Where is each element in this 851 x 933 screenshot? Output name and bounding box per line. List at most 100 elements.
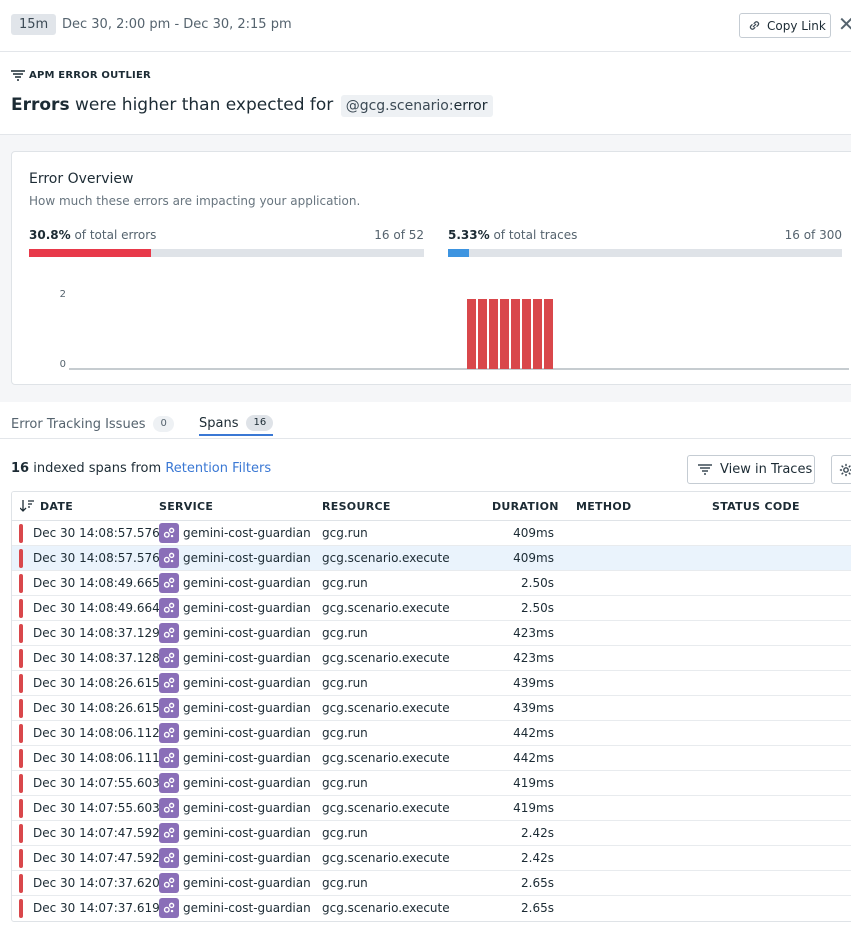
error-status-indicator bbox=[19, 599, 23, 618]
table-settings-button[interactable] bbox=[831, 455, 851, 484]
error-status-indicator bbox=[19, 774, 23, 793]
column-header-service[interactable]: SERVICE bbox=[159, 500, 213, 513]
cell-service[interactable]: gemini-cost-guardian bbox=[183, 651, 311, 666]
cell-date: Dec 30 14:07:55.603 bbox=[33, 801, 160, 815]
cell-resource: gcg.run bbox=[322, 576, 368, 590]
table-row[interactable]: Dec 30 14:08:37.128 gemini-cost-guardian… bbox=[12, 646, 851, 671]
table-row[interactable]: Dec 30 14:07:47.592 gemini-cost-guardian… bbox=[12, 846, 851, 871]
copy-link-button[interactable]: Copy Link bbox=[739, 13, 831, 38]
service-gears-icon bbox=[159, 873, 179, 893]
cell-date: Dec 30 14:08:49.664 bbox=[33, 601, 160, 615]
cell-date: Dec 30 14:08:26.615 bbox=[33, 676, 160, 690]
table-row[interactable]: Dec 30 14:07:37.620 gemini-cost-guardian… bbox=[12, 871, 851, 896]
error-status-indicator bbox=[19, 849, 23, 868]
traces-progress-fill bbox=[448, 249, 469, 257]
cell-resource: gcg.run bbox=[322, 676, 368, 690]
y-tick-label: 2 bbox=[60, 289, 66, 300]
service-gears-icon bbox=[159, 898, 179, 918]
cell-service[interactable]: gemini-cost-guardian bbox=[183, 901, 311, 916]
errors-count: 16 of 52 bbox=[374, 228, 424, 242]
cell-service[interactable]: gemini-cost-guardian bbox=[183, 851, 311, 866]
cell-service[interactable]: gemini-cost-guardian bbox=[183, 701, 311, 716]
retention-filters-link[interactable]: Retention Filters bbox=[165, 461, 271, 476]
cell-service[interactable]: gemini-cost-guardian bbox=[183, 676, 311, 691]
table-row[interactable]: Dec 30 14:08:49.665 gemini-cost-guardian… bbox=[12, 571, 851, 596]
cell-service[interactable]: gemini-cost-guardian bbox=[183, 551, 311, 566]
filter-lines-icon bbox=[11, 70, 25, 81]
cell-service[interactable]: gemini-cost-guardian bbox=[183, 826, 311, 841]
cell-date: Dec 30 14:07:37.619 bbox=[33, 901, 160, 915]
table-row[interactable]: Dec 30 14:07:47.592 gemini-cost-guardian… bbox=[12, 821, 851, 846]
close-icon[interactable]: ✕ bbox=[838, 13, 851, 35]
time-preset-pill[interactable]: 15m bbox=[11, 14, 57, 35]
service-gears-icon bbox=[159, 723, 179, 743]
cell-date: Dec 30 14:08:37.129 bbox=[33, 626, 160, 640]
cell-service[interactable]: gemini-cost-guardian bbox=[183, 751, 311, 766]
cell-service[interactable]: gemini-cost-guardian bbox=[183, 876, 311, 891]
errors-progress-fill bbox=[29, 249, 151, 257]
sort-icon[interactable] bbox=[20, 500, 34, 512]
cell-resource: gcg.scenario.execute bbox=[322, 851, 450, 865]
cell-service[interactable]: gemini-cost-guardian bbox=[183, 526, 311, 541]
cell-duration: 2.42s bbox=[521, 851, 554, 865]
errors-progress-track bbox=[29, 249, 424, 257]
cell-service[interactable]: gemini-cost-guardian bbox=[183, 576, 311, 591]
service-gears-icon bbox=[159, 798, 179, 818]
error-status-indicator bbox=[19, 524, 23, 543]
table-row[interactable]: Dec 30 14:08:57.576 gemini-cost-guardian… bbox=[12, 521, 851, 546]
chart-bar[interactable] bbox=[522, 299, 531, 369]
page-title: Errors were higher than expected for @gc… bbox=[11, 93, 493, 117]
tab-spans[interactable]: Spans 16 bbox=[199, 412, 274, 436]
service-gears-icon bbox=[159, 623, 179, 643]
cell-service[interactable]: gemini-cost-guardian bbox=[183, 801, 311, 816]
chart-bar[interactable] bbox=[500, 299, 509, 369]
column-header-duration[interactable]: DURATION bbox=[492, 500, 559, 513]
cell-duration: 2.42s bbox=[521, 826, 554, 840]
table-row[interactable]: Dec 30 14:08:26.615 gemini-cost-guardian… bbox=[12, 696, 851, 721]
service-gears-icon bbox=[159, 573, 179, 593]
y-tick-label: 0 bbox=[60, 359, 66, 370]
cell-date: Dec 30 14:08:49.665 bbox=[33, 576, 160, 590]
table-row[interactable]: Dec 30 14:08:49.664 gemini-cost-guardian… bbox=[12, 596, 851, 621]
traces-metric: 5.33% of total traces bbox=[448, 228, 578, 242]
chart-bar[interactable] bbox=[478, 299, 487, 369]
cell-resource: gcg.run bbox=[322, 626, 368, 640]
cell-service[interactable]: gemini-cost-guardian bbox=[183, 601, 311, 616]
error-status-indicator bbox=[19, 699, 23, 718]
chart-bar[interactable] bbox=[467, 299, 476, 369]
scenario-tag[interactable]: @gcg.scenario:error bbox=[340, 95, 493, 117]
table-row[interactable]: Dec 30 14:08:06.111 gemini-cost-guardian… bbox=[12, 746, 851, 771]
cell-service[interactable]: gemini-cost-guardian bbox=[183, 776, 311, 791]
cell-service[interactable]: gemini-cost-guardian bbox=[183, 726, 311, 741]
error-status-indicator bbox=[19, 824, 23, 843]
tab-bar: Error Tracking Issues 0 Spans 16 bbox=[0, 402, 851, 439]
table-row[interactable]: Dec 30 14:07:55.603 gemini-cost-guardian… bbox=[12, 771, 851, 796]
column-header-date[interactable]: DATE bbox=[40, 500, 73, 513]
column-header-method[interactable]: METHOD bbox=[576, 500, 631, 513]
cell-date: Dec 30 14:07:55.603 bbox=[33, 776, 160, 790]
chart-bar[interactable] bbox=[533, 299, 542, 369]
time-range-label[interactable]: Dec 30, 2:00 pm - Dec 30, 2:15 pm bbox=[62, 16, 292, 34]
table-row[interactable]: Dec 30 14:07:37.619 gemini-cost-guardian… bbox=[12, 896, 851, 921]
tab-error-tracking-issues[interactable]: Error Tracking Issues 0 bbox=[11, 412, 174, 436]
title-text: were higher than expected for bbox=[74, 95, 334, 115]
service-gears-icon bbox=[159, 548, 179, 568]
table-row[interactable]: Dec 30 14:08:57.576 gemini-cost-guardian… bbox=[12, 546, 851, 571]
error-status-indicator bbox=[19, 624, 23, 643]
table-row[interactable]: Dec 30 14:08:37.129 gemini-cost-guardian… bbox=[12, 621, 851, 646]
table-row[interactable]: Dec 30 14:08:26.615 gemini-cost-guardian… bbox=[12, 671, 851, 696]
chart-bar[interactable] bbox=[511, 299, 520, 369]
cell-date: Dec 30 14:08:06.112 bbox=[33, 726, 160, 740]
view-in-traces-button[interactable]: View in Traces bbox=[687, 455, 815, 484]
cell-service[interactable]: gemini-cost-guardian bbox=[183, 626, 311, 641]
column-header-status-code[interactable]: STATUS CODE bbox=[712, 500, 800, 513]
chart-bar[interactable] bbox=[489, 299, 498, 369]
cell-date: Dec 30 14:08:57.576 bbox=[33, 526, 160, 540]
cell-resource: gcg.run bbox=[322, 776, 368, 790]
table-row[interactable]: Dec 30 14:08:06.112 gemini-cost-guardian… bbox=[12, 721, 851, 746]
table-row[interactable]: Dec 30 14:07:55.603 gemini-cost-guardian… bbox=[12, 796, 851, 821]
chart-bar[interactable] bbox=[544, 299, 553, 369]
column-header-resource[interactable]: RESOURCE bbox=[322, 500, 391, 513]
cell-resource: gcg.scenario.execute bbox=[322, 751, 450, 765]
copy-link-label: Copy Link bbox=[767, 18, 826, 33]
